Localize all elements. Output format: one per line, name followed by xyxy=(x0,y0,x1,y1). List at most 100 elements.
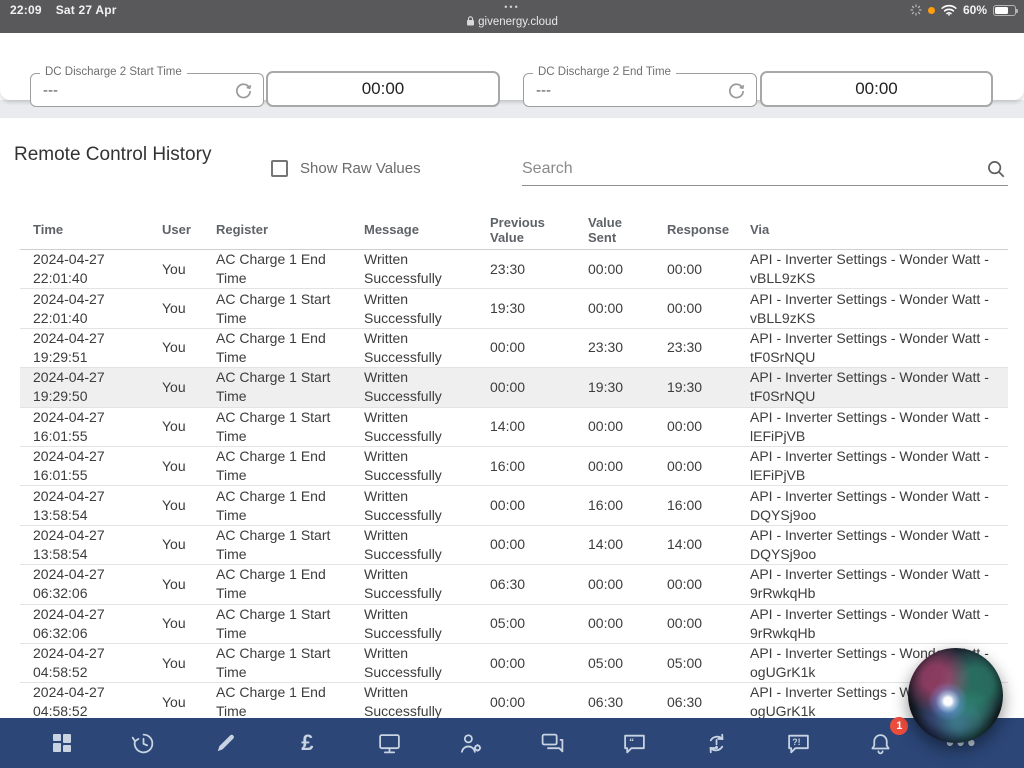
col-via: Via xyxy=(750,222,1008,237)
cell-register: AC Charge 1 Start Time xyxy=(216,368,344,406)
dc-discharge2-start-field[interactable]: DC Discharge 2 Start Time --- xyxy=(30,73,264,107)
cell-register: AC Charge 1 End Time xyxy=(216,487,344,525)
lock-icon xyxy=(466,16,475,26)
refresh-icon[interactable] xyxy=(234,81,253,100)
table-row[interactable]: 2024-04-2704:58:52 You AC Charge 1 Start… xyxy=(20,644,1008,683)
show-raw-values-toggle[interactable]: Show Raw Values xyxy=(271,160,421,177)
cell-time: 2024-04-2716:01:55 xyxy=(20,408,162,446)
cell-value-sent: 23:30 xyxy=(588,338,667,357)
cell-message: Written Successfully xyxy=(364,329,468,367)
start-time-value: 00:00 xyxy=(362,79,405,99)
table-row[interactable]: 2024-04-2716:01:55 You AC Charge 1 Start… xyxy=(20,408,1008,447)
cell-previous-value: 00:00 xyxy=(490,654,588,673)
cell-via: API - Inverter Settings - Wonder Watt -9… xyxy=(750,565,1008,603)
cell-response: 14:00 xyxy=(667,535,750,554)
dc-discharge2-end-field[interactable]: DC Discharge 2 End Time --- xyxy=(523,73,757,107)
cell-previous-value: 06:30 xyxy=(490,575,588,594)
dashboard-icon[interactable] xyxy=(42,727,82,759)
cell-response: 00:00 xyxy=(667,614,750,633)
cell-register: AC Charge 1 Start Time xyxy=(216,605,344,643)
address-bar[interactable]: givenergy.cloud xyxy=(0,16,1024,28)
remote-control-history-section: Remote Control History Show Raw Values S… xyxy=(0,118,1024,718)
sync-alert-icon[interactable] xyxy=(697,727,737,759)
cell-response: 00:00 xyxy=(667,260,750,279)
notification-badge: 1 xyxy=(890,717,908,735)
screen: 22:09Sat 27 Apr ••• givenergy.cloud 60% … xyxy=(0,0,1024,768)
cell-message: Written Successfully xyxy=(364,408,468,446)
cell-response: 23:30 xyxy=(667,338,750,357)
col-register: Register xyxy=(216,222,364,237)
history-table: Time User Register Message Previous Valu… xyxy=(20,210,1008,718)
cell-previous-value: 00:00 xyxy=(490,496,588,515)
cell-message: Written Successfully xyxy=(364,605,468,643)
table-row[interactable]: 2024-04-2722:01:40 You AC Charge 1 End T… xyxy=(20,250,1008,289)
search-input[interactable]: Search xyxy=(522,154,1008,186)
search-placeholder: Search xyxy=(522,160,573,178)
cell-via: API - Inverter Settings - Wonder Watt -9… xyxy=(750,605,1008,643)
cell-previous-value: 23:30 xyxy=(490,260,588,279)
battery-icon xyxy=(993,5,1016,16)
cell-user: You xyxy=(162,338,216,357)
dc-discharge2-start-label: DC Discharge 2 Start Time xyxy=(40,66,187,78)
feedback-icon[interactable]: “ xyxy=(615,727,655,759)
search-icon[interactable] xyxy=(986,159,1006,179)
display-icon[interactable] xyxy=(369,727,409,759)
account-settings-icon[interactable] xyxy=(451,727,491,759)
tab-dots[interactable]: ••• xyxy=(0,2,1024,12)
bottom-nav-bar: £ “ ?! 1 ••• xyxy=(0,718,1024,768)
cell-previous-value: 00:00 xyxy=(490,378,588,397)
cell-value-sent: 00:00 xyxy=(588,417,667,436)
cell-time: 2024-04-2704:58:52 xyxy=(20,683,162,718)
cell-via: API - Inverter Settings - Wonder Watt -v… xyxy=(750,290,1008,328)
cell-register: AC Charge 1 End Time xyxy=(216,250,344,288)
table-row[interactable]: 2024-04-2719:29:50 You AC Charge 1 Start… xyxy=(20,368,1008,407)
refresh-icon[interactable] xyxy=(727,81,746,100)
cell-value-sent: 00:00 xyxy=(588,260,667,279)
notifications-bell-icon[interactable]: 1 xyxy=(860,727,900,759)
cell-time: 2024-04-2704:58:52 xyxy=(20,644,162,682)
dc-discharge2-end-time-input[interactable]: 00:00 xyxy=(760,71,993,107)
table-row[interactable]: 2024-04-2722:01:40 You AC Charge 1 Start… xyxy=(20,289,1008,328)
faq-icon[interactable]: ?! xyxy=(778,727,818,759)
cell-time: 2024-04-2706:32:06 xyxy=(20,605,162,643)
cell-user: You xyxy=(162,299,216,318)
page-title: Remote Control History xyxy=(14,144,211,166)
cell-time: 2024-04-2722:01:40 xyxy=(20,250,162,288)
cell-previous-value: 00:00 xyxy=(490,338,588,357)
cell-previous-value: 00:00 xyxy=(490,693,588,712)
table-row[interactable]: 2024-04-2713:58:54 You AC Charge 1 End T… xyxy=(20,486,1008,525)
show-raw-values-checkbox[interactable] xyxy=(271,160,288,177)
table-row[interactable]: 2024-04-2706:32:06 You AC Charge 1 Start… xyxy=(20,605,1008,644)
cell-register: AC Charge 1 End Time xyxy=(216,329,344,367)
table-header: Time User Register Message Previous Valu… xyxy=(20,210,1008,250)
cell-value-sent: 14:00 xyxy=(588,535,667,554)
siri-orb[interactable] xyxy=(908,648,1003,743)
cell-register: AC Charge 1 Start Time xyxy=(216,644,344,682)
table-row[interactable]: 2024-04-2704:58:52 You AC Charge 1 End T… xyxy=(20,683,1008,718)
tariff-pound-icon[interactable]: £ xyxy=(287,727,327,759)
cell-user: You xyxy=(162,378,216,397)
cell-value-sent: 00:00 xyxy=(588,575,667,594)
cell-via: API - Inverter Settings - Wonder Watt -D… xyxy=(750,526,1008,564)
forum-icon[interactable] xyxy=(533,727,573,759)
table-row[interactable]: 2024-04-2716:01:55 You AC Charge 1 End T… xyxy=(20,447,1008,486)
col-message: Message xyxy=(364,222,490,237)
cell-register: AC Charge 1 Start Time xyxy=(216,290,344,328)
table-row[interactable]: 2024-04-2713:58:54 You AC Charge 1 Start… xyxy=(20,526,1008,565)
table-body: 2024-04-2722:01:40 You AC Charge 1 End T… xyxy=(20,250,1008,718)
show-raw-values-label: Show Raw Values xyxy=(300,160,421,177)
cell-message: Written Successfully xyxy=(364,565,468,603)
inverter-settings-card: DC Discharge 2 Start Time --- 00:00 DC D… xyxy=(0,33,1024,100)
table-row[interactable]: 2024-04-2719:29:51 You AC Charge 1 End T… xyxy=(20,329,1008,368)
history-icon[interactable] xyxy=(124,727,164,759)
col-time: Time xyxy=(20,222,162,237)
cell-response: 00:00 xyxy=(667,417,750,436)
cell-via: API - Inverter Settings - Wonder Watt -t… xyxy=(750,368,1008,406)
table-row[interactable]: 2024-04-2706:32:06 You AC Charge 1 End T… xyxy=(20,565,1008,604)
edit-icon[interactable] xyxy=(206,727,246,759)
dc-discharge2-start-time-input[interactable]: 00:00 xyxy=(266,71,500,107)
cell-via: API - Inverter Settings - Wonder Watt -l… xyxy=(750,408,1008,446)
cell-register: AC Charge 1 End Time xyxy=(216,683,344,718)
cell-via: API - Inverter Settings - Wonder Watt -t… xyxy=(750,329,1008,367)
dc-discharge2-end-value: --- xyxy=(536,82,551,99)
